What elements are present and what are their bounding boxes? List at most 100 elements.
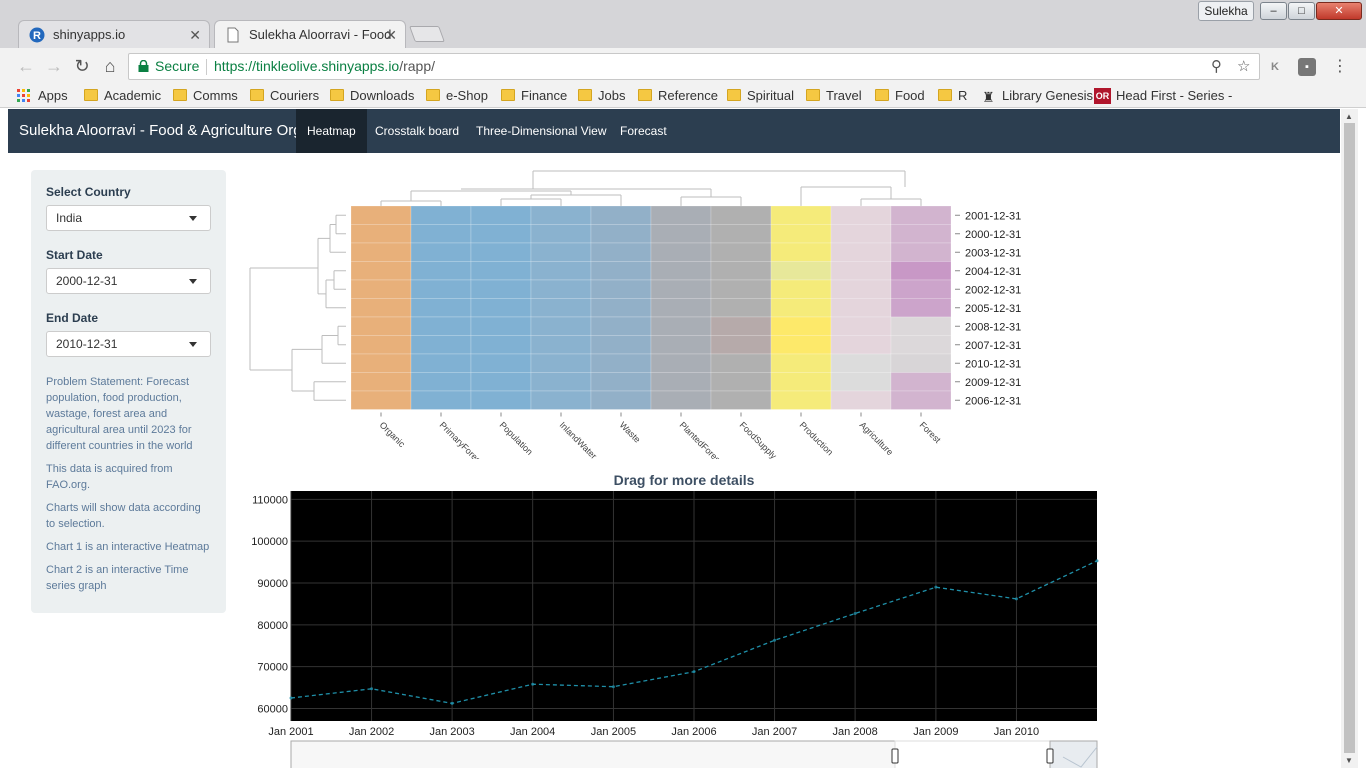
heatmap-cell[interactable] bbox=[590, 205, 652, 225]
heatmap-cell[interactable] bbox=[410, 224, 472, 244]
back-arrow-icon[interactable]: ← bbox=[16, 56, 36, 76]
data-point[interactable] bbox=[692, 670, 696, 674]
heatmap-cell[interactable] bbox=[530, 298, 592, 318]
bookmark-library-genesis[interactable]: ♜ Library Genesis bbox=[980, 86, 1093, 106]
heatmap-cell[interactable] bbox=[470, 298, 532, 318]
heatmap-cell[interactable] bbox=[650, 224, 712, 244]
bookmark-downloads[interactable]: Downloads bbox=[328, 86, 414, 106]
heatmap-cell[interactable] bbox=[410, 242, 472, 262]
heatmap-cell[interactable] bbox=[410, 390, 472, 410]
heatmap-cell[interactable] bbox=[710, 372, 772, 392]
end-date-select[interactable]: 2010-12-31 bbox=[46, 331, 211, 357]
heatmap-cell[interactable] bbox=[530, 224, 592, 244]
heatmap-cell[interactable] bbox=[590, 224, 652, 244]
heatmap-cell[interactable] bbox=[890, 390, 952, 410]
browser-tab-shinyapps[interactable]: R shinyapps.io ✕ bbox=[18, 20, 210, 48]
heatmap-cell[interactable] bbox=[890, 316, 952, 336]
heatmap-cell[interactable] bbox=[470, 390, 532, 410]
scroll-down-icon[interactable]: ▼ bbox=[1345, 756, 1353, 765]
data-point[interactable] bbox=[1014, 597, 1018, 601]
heatmap-cell[interactable] bbox=[530, 390, 592, 410]
heatmap-cell[interactable] bbox=[590, 279, 652, 299]
heatmap-cell[interactable] bbox=[350, 224, 412, 244]
heatmap-cell[interactable] bbox=[890, 353, 952, 373]
bookmark-r[interactable]: R bbox=[936, 86, 967, 106]
heatmap-cell[interactable] bbox=[830, 372, 892, 392]
heatmap-cell[interactable] bbox=[830, 261, 892, 281]
home-icon[interactable]: ⌂ bbox=[100, 56, 120, 76]
data-point[interactable] bbox=[773, 638, 777, 642]
heatmap-cell[interactable] bbox=[710, 242, 772, 262]
heatmap-cell[interactable] bbox=[710, 390, 772, 410]
browser-tab-active[interactable]: Sulekha Aloorravi - Food ✕ bbox=[214, 20, 406, 48]
data-point[interactable] bbox=[611, 685, 615, 689]
heatmap-cell[interactable] bbox=[710, 279, 772, 299]
heatmap-cell[interactable] bbox=[410, 353, 472, 373]
heatmap-cell[interactable] bbox=[530, 372, 592, 392]
heatmap-cell[interactable] bbox=[590, 372, 652, 392]
heatmap-cell[interactable] bbox=[650, 298, 712, 318]
heatmap-cell[interactable] bbox=[590, 353, 652, 373]
heatmap-cell[interactable] bbox=[890, 335, 952, 355]
heatmap-cell[interactable] bbox=[650, 279, 712, 299]
heatmap-cell[interactable] bbox=[590, 298, 652, 318]
forward-arrow-icon[interactable]: → bbox=[44, 56, 64, 76]
heatmap-cell[interactable] bbox=[710, 316, 772, 336]
data-point[interactable] bbox=[370, 687, 374, 691]
page-scrollbar[interactable]: ▲ ▼ bbox=[1341, 109, 1358, 768]
heatmap-cell[interactable] bbox=[590, 242, 652, 262]
heatmap-cell[interactable] bbox=[890, 224, 952, 244]
tab-three-dimensional-view[interactable]: Three-Dimensional View bbox=[465, 109, 618, 153]
extension-pocket-icon[interactable]: ▪ bbox=[1298, 58, 1316, 76]
close-tab-icon[interactable]: ✕ bbox=[189, 21, 201, 48]
reload-icon[interactable]: ↻ bbox=[72, 56, 92, 76]
heatmap-cell[interactable] bbox=[530, 242, 592, 262]
minimize-button[interactable]: – bbox=[1260, 2, 1287, 20]
heatmap-cell[interactable] bbox=[350, 353, 412, 373]
range-handle[interactable] bbox=[891, 748, 899, 764]
data-point[interactable] bbox=[531, 682, 535, 686]
heatmap-cell[interactable] bbox=[770, 279, 832, 299]
heatmap-cell[interactable] bbox=[770, 372, 832, 392]
heatmap-cell[interactable] bbox=[590, 390, 652, 410]
bookmark-couriers[interactable]: Couriers bbox=[248, 86, 319, 106]
scrollbar-thumb[interactable] bbox=[1344, 123, 1355, 753]
address-bar[interactable]: Secure https://tinkleolive.shinyapps.io/… bbox=[128, 53, 1260, 80]
heatmap-cell[interactable] bbox=[710, 261, 772, 281]
bookmark-academic[interactable]: Academic bbox=[82, 86, 161, 106]
heatmap-cell[interactable] bbox=[770, 242, 832, 262]
heatmap-cell[interactable] bbox=[470, 279, 532, 299]
bookmark-spiritual[interactable]: Spiritual bbox=[725, 86, 794, 106]
new-tab-button[interactable] bbox=[409, 26, 445, 42]
heatmap-cell[interactable] bbox=[530, 261, 592, 281]
data-point[interactable] bbox=[934, 585, 938, 589]
heatmap-cell[interactable] bbox=[770, 224, 832, 244]
heatmap-cell[interactable] bbox=[590, 316, 652, 336]
heatmap-cell[interactable] bbox=[590, 261, 652, 281]
heatmap-cell[interactable] bbox=[470, 224, 532, 244]
heatmap-cell[interactable] bbox=[890, 372, 952, 392]
heatmap-chart[interactable]: 2001-12-31 2000-12-31 2003-12-31 2004-12-31… bbox=[248, 169, 1108, 459]
star-icon[interactable]: ☆ bbox=[1237, 54, 1250, 79]
heatmap-cell[interactable] bbox=[830, 353, 892, 373]
heatmap-cell[interactable] bbox=[710, 353, 772, 373]
heatmap-cell[interactable] bbox=[830, 224, 892, 244]
range-selector-selected[interactable] bbox=[1049, 740, 1098, 768]
heatmap-cell[interactable] bbox=[770, 205, 832, 225]
heatmap-cell[interactable] bbox=[350, 242, 412, 262]
heatmap-cell[interactable] bbox=[530, 335, 592, 355]
heatmap-cell[interactable] bbox=[710, 335, 772, 355]
heatmap-cell[interactable] bbox=[470, 242, 532, 262]
scroll-up-icon[interactable]: ▲ bbox=[1345, 112, 1353, 121]
heatmap-cell[interactable] bbox=[650, 316, 712, 336]
heatmap-cell[interactable] bbox=[770, 261, 832, 281]
heatmap-cell[interactable] bbox=[830, 205, 892, 225]
url-text[interactable]: https://tinkleolive.shinyapps.io/rapp/ bbox=[214, 54, 435, 79]
data-point[interactable] bbox=[289, 696, 293, 700]
heatmap-cell[interactable] bbox=[770, 335, 832, 355]
heatmap-cell[interactable] bbox=[410, 298, 472, 318]
heatmap-cell[interactable] bbox=[650, 205, 712, 225]
bookmark-comms[interactable]: Comms bbox=[171, 86, 238, 106]
extension-k-icon[interactable]: K bbox=[1266, 58, 1284, 76]
maximize-button[interactable]: □ bbox=[1288, 2, 1315, 20]
